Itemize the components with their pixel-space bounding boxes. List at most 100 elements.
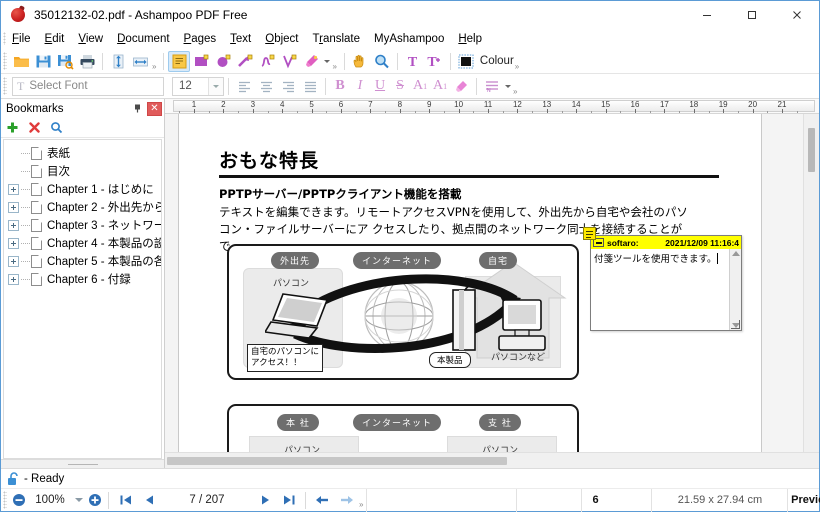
- align-justify-icon[interactable]: [299, 76, 321, 97]
- line-spacing-dropdown-arrow[interactable]: [503, 76, 512, 96]
- italic-button[interactable]: I: [350, 76, 370, 96]
- bookmarks-tree[interactable]: 表紙 目次 Chapter 1 - はじめに Chapter 2 - 外出先から…: [3, 139, 162, 459]
- first-page-icon[interactable]: [113, 491, 137, 509]
- menu-myashampoo[interactable]: MyAshampoo: [367, 31, 451, 47]
- line-spacing-icon[interactable]: N: [481, 76, 503, 97]
- vertical-scroll-thumb[interactable]: [808, 128, 815, 172]
- open-file-icon[interactable]: [10, 51, 32, 72]
- zoom-out-icon[interactable]: [10, 491, 28, 509]
- menu-translate[interactable]: Translate: [305, 31, 367, 47]
- colour-picker-icon[interactable]: [455, 51, 477, 72]
- format-toolbar-grip[interactable]: [3, 77, 7, 95]
- arrow-tool-icon[interactable]: [234, 51, 256, 72]
- font-select[interactable]: T Select Font: [12, 76, 164, 96]
- format-toolbar-overflow[interactable]: »: [513, 87, 517, 98]
- next-page-icon[interactable]: [253, 491, 277, 509]
- freehand-tool-icon[interactable]: [256, 51, 278, 72]
- bookmark-item[interactable]: 目次: [4, 162, 161, 180]
- expand-icon[interactable]: [8, 273, 19, 285]
- toolbar-overflow-1[interactable]: »: [152, 62, 156, 73]
- line-tool-icon[interactable]: [278, 51, 300, 72]
- print-icon[interactable]: [76, 51, 98, 72]
- text-tool-icon[interactable]: T: [402, 51, 424, 72]
- toolbar-overflow-3[interactable]: »: [515, 62, 519, 73]
- highlighter-tool-icon[interactable]: [300, 51, 322, 72]
- horizontal-scroll-thumb[interactable]: [167, 457, 507, 465]
- expand-icon[interactable]: [8, 201, 19, 213]
- annotation-dropdown-arrow[interactable]: [322, 51, 331, 71]
- page-vertical-scrollbar[interactable]: [803, 114, 819, 452]
- bookmark-item[interactable]: Chapter 2 - 外出先からの接続設: [4, 198, 161, 216]
- menu-document[interactable]: Document: [110, 31, 176, 47]
- sticky-note-tool-icon[interactable]: [168, 50, 191, 72]
- hand-tool-icon[interactable]: [349, 51, 371, 72]
- menu-object[interactable]: Object: [258, 31, 305, 47]
- page-horizontal-scrollbar[interactable]: [165, 452, 819, 468]
- shape-tool-icon[interactable]: [212, 51, 234, 72]
- sticky-note-popup[interactable]: softaro: 2021/12/09 11:16:4 付箋ツールを使用できます…: [590, 235, 742, 331]
- status-grip[interactable]: [3, 491, 7, 509]
- close-panel-button[interactable]: ✕: [147, 101, 162, 116]
- scroll-up-icon[interactable]: [731, 251, 740, 256]
- align-center-icon[interactable]: [255, 76, 277, 97]
- sticky-note-anchor-icon[interactable]: [583, 227, 596, 240]
- menu-text[interactable]: Text: [223, 31, 258, 47]
- strikethrough-button[interactable]: S: [390, 76, 410, 96]
- minimize-button[interactable]: [684, 1, 729, 28]
- sticky-note-textarea[interactable]: 付箋ツールを使用できます。: [591, 249, 729, 330]
- expand-icon[interactable]: [8, 237, 19, 249]
- menu-help[interactable]: Help: [451, 31, 489, 47]
- zoom-in-icon[interactable]: [86, 491, 104, 509]
- prev-page-icon[interactable]: [137, 491, 161, 509]
- font-size-dropdown-icon[interactable]: [208, 77, 223, 95]
- zoom-level[interactable]: 100%: [28, 494, 72, 506]
- zoom-tool-icon[interactable]: [371, 51, 393, 72]
- bookmark-item[interactable]: 表紙: [4, 144, 161, 162]
- search-bookmark-icon[interactable]: [48, 120, 64, 136]
- menu-edit[interactable]: Edit: [38, 31, 72, 47]
- maximize-button[interactable]: [729, 1, 774, 28]
- bold-button[interactable]: B: [330, 76, 350, 96]
- expand-icon[interactable]: [8, 255, 19, 267]
- status-overflow[interactable]: »: [359, 500, 363, 511]
- pdf-page[interactable]: おもな特長 PPTPサーバー/PPTPクライアント機能を搭載 テキストを編集でき…: [179, 114, 761, 452]
- sticky-note-titlebar[interactable]: softaro: 2021/12/09 11:16:4: [591, 236, 741, 249]
- expand-icon[interactable]: [8, 183, 19, 195]
- stamp-tool-icon[interactable]: [190, 51, 212, 72]
- page-indicator[interactable]: 7 / 207: [161, 494, 253, 506]
- delete-bookmark-icon[interactable]: [26, 120, 42, 136]
- zoom-dropdown-icon[interactable]: [72, 492, 86, 508]
- add-bookmark-icon[interactable]: [4, 120, 20, 136]
- font-size-select[interactable]: 12: [172, 76, 224, 96]
- expand-icon[interactable]: [8, 219, 19, 231]
- status-cell-preview[interactable]: Preview: [787, 488, 820, 512]
- bookmark-item[interactable]: Chapter 5 - 本製品の各種設定: [4, 252, 161, 270]
- menu-file[interactable]: File: [5, 31, 38, 47]
- bookmark-item[interactable]: Chapter 3 - ネットワーク同士の接: [4, 216, 161, 234]
- fit-height-icon[interactable]: [107, 51, 129, 72]
- bookmark-item[interactable]: Chapter 6 - 付録: [4, 270, 161, 288]
- sticky-note-scrollbar[interactable]: [729, 249, 741, 330]
- subscript-button[interactable]: A1: [430, 76, 450, 96]
- previous-view-icon[interactable]: [310, 491, 334, 509]
- bookmark-item[interactable]: Chapter 1 - はじめに: [4, 180, 161, 198]
- bookmark-item[interactable]: Chapter 4 - 本製品の設定画面: [4, 234, 161, 252]
- fit-width-icon[interactable]: [129, 51, 151, 72]
- underline-button[interactable]: U: [370, 76, 390, 96]
- add-text-tool-icon[interactable]: T: [424, 51, 446, 72]
- menu-pages[interactable]: Pages: [177, 31, 224, 47]
- last-page-icon[interactable]: [277, 491, 301, 509]
- next-view-icon[interactable]: [334, 491, 358, 509]
- menu-view[interactable]: View: [71, 31, 110, 47]
- save-as-icon[interactable]: [54, 51, 76, 72]
- align-left-icon[interactable]: [233, 76, 255, 97]
- panel-splitter[interactable]: [1, 459, 164, 468]
- toolbar-overflow-2[interactable]: »: [332, 62, 336, 73]
- page-scroll-wrapper[interactable]: おもな特長 PPTPサーバー/PPTPクライアント機能を搭載 テキストを編集でき…: [165, 114, 803, 452]
- superscript-button[interactable]: A1: [410, 76, 430, 96]
- resize-grip-icon[interactable]: [731, 320, 740, 329]
- align-right-icon[interactable]: [277, 76, 299, 97]
- text-highlight-button[interactable]: [450, 76, 472, 97]
- save-icon[interactable]: [32, 51, 54, 72]
- close-button[interactable]: [774, 1, 819, 28]
